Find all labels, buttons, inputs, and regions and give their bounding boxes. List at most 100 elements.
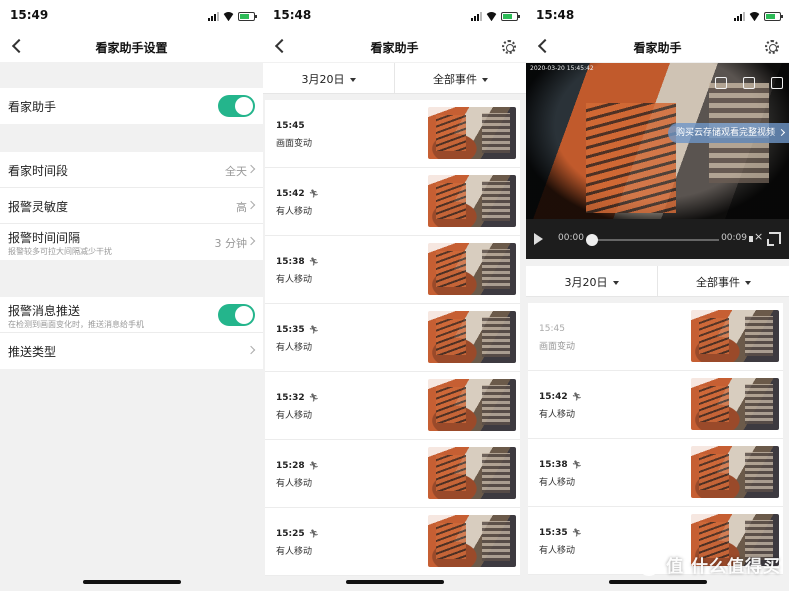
- event-type: 有人移动: [539, 410, 576, 420]
- smzdm-logo-icon: [638, 553, 661, 576]
- fullscreen-icon[interactable]: [767, 232, 781, 246]
- guardian-toggle-row[interactable]: 看家助手: [0, 88, 263, 124]
- status-icons: [471, 10, 520, 22]
- event-thumbnail[interactable]: [428, 107, 516, 159]
- video-frame-stairs: [586, 103, 676, 213]
- event-thumbnail[interactable]: [428, 243, 516, 295]
- push-toggle-row[interactable]: 报警消息推送 在检测到画面变化时，推送消息给手机: [0, 297, 263, 333]
- event-type: 有人移动: [276, 343, 313, 353]
- event-type: 有人移动: [276, 547, 313, 557]
- nav-bar: 看家助手: [263, 32, 526, 62]
- video-controls: 00:00 00:09: [526, 219, 789, 259]
- battery-icon: [501, 11, 520, 21]
- gear-icon[interactable]: [765, 40, 779, 54]
- event-thumbnail[interactable]: [428, 515, 516, 567]
- settings-row-push-type[interactable]: 推送类型: [0, 333, 263, 369]
- event-filter[interactable]: 全部事件: [394, 63, 526, 93]
- status-bar: 15:49: [0, 0, 263, 32]
- settings-screen: 15:49 看家助手设置 看家助手 看家时间段 全天 报警灵敏度 高 报警时间间…: [0, 0, 263, 591]
- guardian-toggle[interactable]: [218, 95, 255, 117]
- schedule-value: 全天: [225, 165, 247, 178]
- events-screen: 15:48 看家助手 3月20日 全部事件 15:45 画面变动 15:42 🏃︎ 有人…: [263, 0, 526, 591]
- event-row[interactable]: 15:35 🏃︎ 有人移动: [265, 304, 520, 372]
- status-bar: 15:48: [263, 0, 526, 32]
- event-row[interactable]: 15:38 🏃︎ 有人移动: [528, 439, 783, 507]
- status-icons: [208, 10, 257, 22]
- event-row[interactable]: 15:42 🏃︎ 有人移动: [265, 168, 520, 236]
- event-row[interactable]: 15:25 🏃︎ 有人移动: [265, 508, 520, 576]
- event-time-text: 15:42: [539, 392, 568, 402]
- gear-icon[interactable]: [502, 40, 516, 54]
- event-filter[interactable]: 全部事件: [657, 266, 789, 296]
- date-filter[interactable]: 3月20日: [263, 63, 394, 93]
- event-row[interactable]: 15:28 🏃︎ 有人移动: [265, 440, 520, 508]
- event-thumbnail[interactable]: [428, 379, 516, 431]
- current-time: 00:00: [558, 233, 584, 243]
- wifi-icon: [223, 12, 234, 21]
- event-row[interactable]: 15:42 🏃︎ 有人移动: [528, 371, 783, 439]
- running-person-icon: 🏃︎: [308, 529, 319, 538]
- settings-row-sensitivity[interactable]: 报警灵敏度 高: [0, 188, 263, 224]
- filter-bar: 3月20日 全部事件: [263, 63, 526, 94]
- date-filter[interactable]: 3月20日: [526, 266, 657, 296]
- event-row[interactable]: 15:32 🏃︎ 有人移动: [265, 372, 520, 440]
- event-thumbnail[interactable]: [691, 378, 779, 430]
- event-type: 有人移动: [276, 479, 313, 489]
- home-indicator: [82, 580, 181, 584]
- signal-icon: [734, 11, 745, 21]
- event-time-text: 15:25: [276, 529, 305, 539]
- seek-knob[interactable]: [586, 234, 598, 246]
- event-time-text: 15:42: [276, 189, 305, 199]
- event-time: 15:35 🏃︎: [276, 325, 319, 335]
- interval-hint: 报警较多可拉大间隔减少干扰: [8, 247, 112, 256]
- video-player[interactable]: 2020-03-20 15:45:42 购买云存储观看完整视频: [526, 63, 789, 219]
- event-type: 有人移动: [539, 546, 576, 556]
- schedule-label: 看家时间段: [8, 164, 69, 178]
- event-row[interactable]: 15:45 画面变动: [265, 100, 520, 168]
- event-filter-label: 全部事件: [433, 73, 477, 86]
- wifi-icon: [486, 12, 497, 21]
- event-time-text: 15:45: [539, 324, 565, 334]
- running-person-icon: 🏃︎: [571, 392, 582, 401]
- save-icon[interactable]: [743, 77, 755, 89]
- caret-down-icon: [745, 281, 751, 285]
- schedule-group: 看家时间段 全天 报警灵敏度 高 报警时间间隔 报警较多可拉大间隔减少干扰 3 …: [0, 152, 263, 260]
- event-thumbnail[interactable]: [691, 310, 779, 362]
- event-thumbnail[interactable]: [691, 446, 779, 498]
- seek-bar[interactable]: [586, 234, 719, 246]
- play-icon[interactable]: [534, 233, 543, 245]
- event-thumbnail[interactable]: [428, 311, 516, 363]
- cloud-storage-promo[interactable]: 购买云存储观看完整视频: [667, 123, 789, 143]
- guardian-label: 看家助手: [8, 100, 57, 114]
- mute-icon[interactable]: [749, 230, 763, 245]
- event-time: 15:45: [276, 121, 305, 131]
- event-thumbnail[interactable]: [428, 447, 516, 499]
- nav-bar: 看家助手: [526, 32, 789, 62]
- settings-row-interval[interactable]: 报警时间间隔 报警较多可拉大间隔减少干扰 3 分钟: [0, 224, 263, 260]
- status-time: 15:48: [536, 8, 575, 22]
- event-time-text: 15:28: [276, 461, 305, 471]
- watermark: 值 什么值得买: [638, 552, 781, 577]
- status-bar: 15:48: [526, 0, 789, 32]
- event-time: 15:42 🏃︎: [276, 189, 319, 199]
- trash-icon[interactable]: [771, 77, 783, 89]
- push-label: 报警消息推送: [8, 304, 81, 318]
- event-row[interactable]: 15:38 🏃︎ 有人移动: [265, 236, 520, 304]
- settings-row-schedule[interactable]: 看家时间段 全天: [0, 152, 263, 188]
- event-row[interactable]: 15:45 画面变动: [528, 303, 783, 371]
- signal-icon: [208, 11, 219, 21]
- push-toggle[interactable]: [218, 304, 255, 326]
- event-thumbnail[interactable]: [428, 175, 516, 227]
- home-indicator: [345, 580, 444, 584]
- page-title: 看家助手: [633, 41, 682, 55]
- running-person-icon: 🏃︎: [308, 257, 319, 266]
- push-hint: 在检测到画面变化时，推送消息给手机: [8, 320, 144, 329]
- caret-down-icon: [482, 78, 488, 82]
- share-icon[interactable]: [715, 77, 727, 89]
- date-filter-label: 3月20日: [301, 73, 345, 86]
- event-type: 画面变动: [539, 342, 576, 352]
- running-person-icon: 🏃︎: [308, 189, 319, 198]
- nav-bar: 看家助手设置: [0, 32, 263, 62]
- running-person-icon: 🏃︎: [308, 325, 319, 334]
- battery-icon: [764, 11, 783, 21]
